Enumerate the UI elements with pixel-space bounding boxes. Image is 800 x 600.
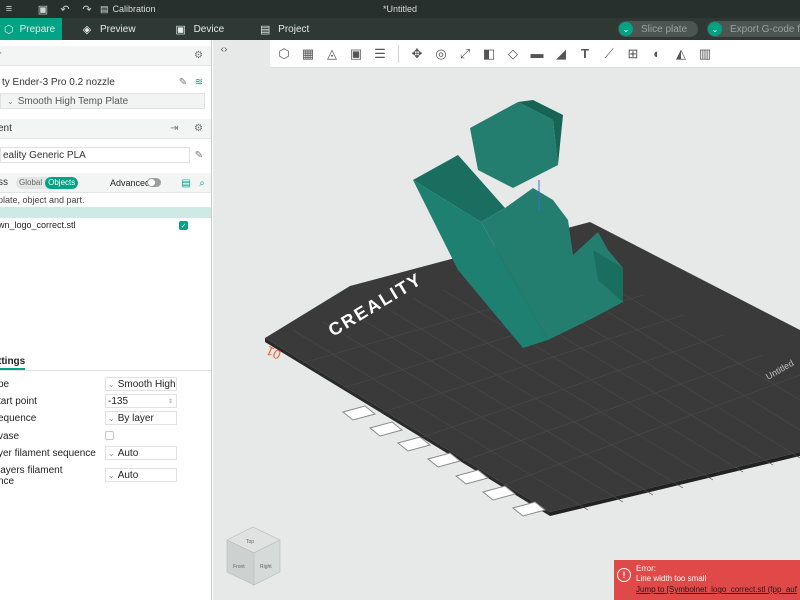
plate-arrange-icon[interactable] [368, 421, 404, 437]
plate-row-selected[interactable] [0, 207, 211, 218]
setting-value: -135 [108, 395, 129, 407]
tab-device[interactable]: ▣ Device [170, 18, 239, 40]
setting-label: layers filament [0, 465, 63, 476]
save-icon[interactable]: ▣ [36, 2, 50, 16]
tab-device-label: Device [193, 23, 225, 35]
redo-icon[interactable]: ↷ [80, 2, 94, 16]
tab-project[interactable]: ▤ Project [254, 18, 323, 40]
setting-value: By layer [117, 412, 154, 424]
view-cube-top-label: Top [246, 539, 254, 545]
chevron-down-icon: ⌄ [108, 379, 115, 389]
object-visible-checkbox[interactable]: ✓ [179, 221, 188, 230]
plate-lock-icon[interactable] [341, 405, 377, 421]
setting-label: equence [0, 413, 37, 424]
plate-type-select[interactable]: ⌄ Smooth High Temp Plate [0, 93, 205, 109]
advanced-switch[interactable] [147, 178, 161, 187]
calibration-menu[interactable]: ▤ Calibration [100, 4, 156, 15]
chevron-down-icon: ⌄ [108, 470, 115, 480]
setting-select[interactable]: ⌄ Smooth High... [105, 377, 177, 391]
tab-prepare-label: Prepare [19, 23, 56, 35]
error-toast: ! Error: Line width too small Jump to [S… [614, 560, 800, 600]
tab-preview-label: Preview [100, 23, 136, 35]
setting-select[interactable]: ⌄ Auto [105, 446, 177, 460]
printer-section-header: r ⚙ [0, 46, 211, 66]
setting-label: tart point [0, 396, 37, 407]
process-section-label: ss [0, 177, 8, 188]
settings-tab[interactable]: ttings [0, 356, 26, 370]
compare-icon[interactable]: ▤ [180, 177, 192, 189]
calibration-label: Calibration [112, 4, 156, 14]
filament-section-label: ent [0, 123, 12, 134]
edit-icon[interactable]: ✎ [193, 149, 205, 161]
wifi-icon[interactable]: ≋ [193, 76, 205, 88]
setting-value: Auto [117, 447, 139, 459]
title-bar: ≡ ▣ ↶ ↷ ▤ Calibration *Untitled [0, 0, 800, 18]
export-gcode-button[interactable]: ⌄ Export G-code fi [707, 21, 800, 37]
calibration-icon: ▤ [100, 3, 109, 14]
setting-label: pe [0, 379, 10, 390]
cube-icon: ⬡ [4, 23, 14, 36]
sync-filament-icon[interactable]: ⇥ [170, 123, 182, 135]
spiral-vase-checkbox[interactable] [105, 431, 114, 440]
view-cube[interactable]: Top Front Right [226, 526, 281, 586]
chevron-down-icon: ⌄ [108, 448, 115, 458]
toggle-global[interactable]: Global [16, 177, 45, 189]
chevron-down-icon[interactable]: ⌄ [619, 22, 633, 36]
slice-plate-button[interactable]: ⌄ Slice plate [618, 21, 698, 37]
tab-project-label: Project [278, 23, 310, 35]
error-message: Line width too small [636, 574, 707, 583]
plate-type-value: Smooth High Temp Plate [17, 95, 129, 107]
project-icon: ▤ [259, 23, 271, 36]
printer-name: ty Ender-3 Pro 0.2 nozzle [2, 76, 115, 88]
filament-select[interactable]: eality Generic PLA [0, 147, 190, 163]
error-jump-link[interactable]: Jump to [Symbolnet_logo_correct.stl (fpp… [636, 585, 797, 594]
settings-sliders-icon[interactable]: ⚙ [194, 50, 206, 62]
export-gcode-label: Export G-code fi [730, 23, 800, 35]
object-file-name[interactable]: wn_logo_correct.stl [0, 220, 76, 230]
setting-select[interactable]: ⌄ Auto [105, 468, 177, 482]
setting-value: Smooth High... [117, 378, 176, 390]
search-settings-icon[interactable]: ⌕ [196, 177, 208, 189]
3d-viewport[interactable]: ‹› ⬡ ▦ ◬ ▣ ☰ ✥ ◎ ⤢ ◧ ◇ ▬ ◢ T ⟋ ⊞ ◐ ◭ ▥ C… [213, 40, 800, 600]
chevron-down-icon: ⌄ [108, 413, 115, 423]
printer-select[interactable]: ty Ender-3 Pro 0.2 nozzle [0, 74, 175, 90]
error-icon: ! [617, 568, 631, 582]
settings-sliders-icon[interactable]: ⚙ [194, 123, 206, 135]
app-menu-icon[interactable]: ≡ [2, 2, 16, 16]
main-tab-bar: ⬡ Prepare ◈ Preview ▣ Device ▤ Project ⌄… [0, 18, 800, 40]
left-settings-panel: r ⚙ ty Ender-3 Pro 0.2 nozzle ✎ ≋ ⌄ Smoo… [0, 40, 212, 600]
printer-section-label: r [0, 50, 1, 61]
filament-name: eality Generic PLA [3, 149, 86, 161]
edit-icon[interactable]: ✎ [177, 76, 189, 88]
objects-hint: plate, object and part. [0, 195, 85, 205]
view-cube-front-label: Front [233, 564, 245, 570]
setting-input[interactable]: -135 ⇕ [105, 394, 177, 408]
tab-prepare[interactable]: ⬡ Prepare [0, 18, 62, 40]
setting-label-cont: nce [0, 476, 15, 487]
layers-icon: ◈ [82, 23, 92, 36]
device-icon: ▣ [175, 23, 186, 36]
chevron-down-icon: ⌄ [7, 96, 14, 106]
tab-preview[interactable]: ◈ Preview [76, 18, 150, 40]
scene-svg[interactable]: CREALITY 01 Untitled Top Front Right [213, 40, 800, 600]
setting-label: vase [0, 431, 20, 442]
chevron-down-icon[interactable]: ⌄ [708, 22, 722, 36]
setting-label: yer filament sequence [0, 448, 96, 459]
slice-plate-label: Slice plate [641, 23, 688, 35]
setting-value: Auto [117, 469, 139, 481]
toggle-objects[interactable]: Objects [45, 177, 79, 189]
undo-icon[interactable]: ↶ [58, 2, 72, 16]
error-title: Error: [636, 564, 656, 573]
advanced-label: Advanced [110, 178, 151, 188]
divider [0, 370, 211, 371]
global-objects-toggle: Global Objects [16, 177, 79, 189]
setting-select[interactable]: ⌄ By layer [105, 411, 177, 425]
view-cube-right-label: Right [260, 564, 272, 570]
stepper-icon[interactable]: ⇕ [168, 398, 173, 405]
filament-section-header: ent ⇥ ⚙ [0, 119, 211, 139]
